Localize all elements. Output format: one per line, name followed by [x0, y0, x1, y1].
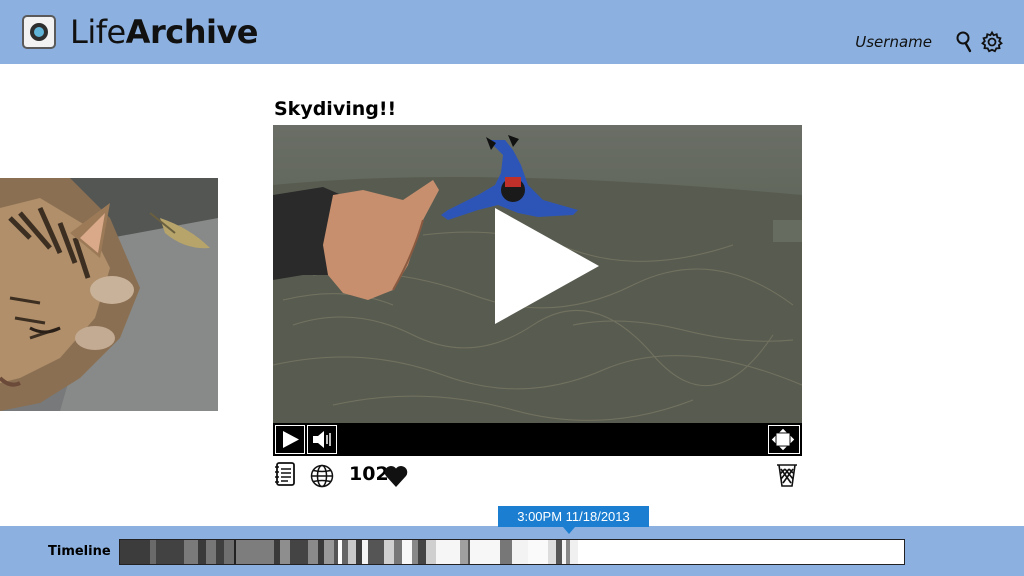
life-archive-page: LifeArchive Username Skydiving!! 102 Tim…	[0, 0, 1024, 576]
video-controls	[273, 423, 802, 456]
play-icon[interactable]	[275, 425, 305, 454]
app-title: LifeArchive	[70, 12, 259, 52]
fullscreen-icon[interactable]	[768, 425, 800, 454]
gear-icon[interactable]	[980, 30, 1004, 54]
globe-icon[interactable]	[309, 462, 335, 490]
app-title-bold: Archive	[125, 13, 259, 51]
app-logo-icon[interactable]	[22, 15, 56, 49]
cat-photo-thumbnail[interactable]	[0, 178, 218, 411]
search-icon[interactable]	[954, 30, 978, 54]
app-title-light: Life	[70, 13, 126, 51]
username-label[interactable]: Username	[855, 33, 932, 51]
timeline-label: Timeline	[48, 544, 111, 559]
heart-icon[interactable]	[383, 462, 409, 487]
volume-icon[interactable]	[307, 425, 337, 454]
notes-icon[interactable]	[273, 460, 299, 488]
video-play-overlay-icon[interactable]	[495, 208, 599, 324]
app-header: LifeArchive Username	[0, 0, 1024, 64]
timeline-scrubber[interactable]	[119, 539, 905, 565]
timeline-tooltip: 3:00PM 11/18/2013	[498, 506, 649, 527]
trash-icon[interactable]	[774, 460, 800, 488]
timeline-tooltip-pointer	[563, 527, 575, 534]
post-title: Skydiving!!	[274, 98, 397, 120]
post-actions: 102	[273, 458, 802, 490]
